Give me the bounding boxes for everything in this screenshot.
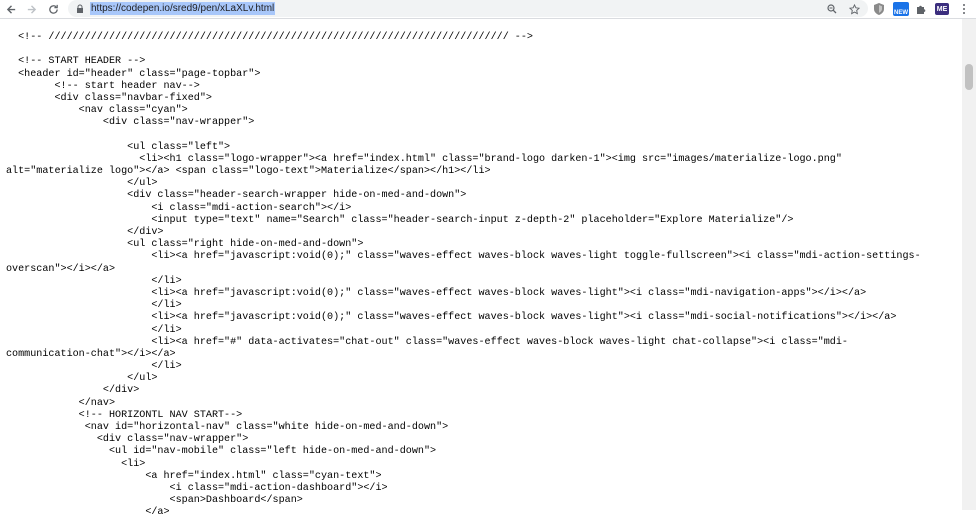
kebab-dot <box>963 12 965 14</box>
source-line: </li> <box>6 361 182 373</box>
source-line: </a> <box>6 507 170 519</box>
bookmark-star-button[interactable] <box>846 1 862 17</box>
source-line: <span>Dashboard</span> <box>6 495 303 507</box>
source-line: <!-- HORIZONTL NAV START--> <box>6 409 243 421</box>
source-line: </ul> <box>6 178 158 190</box>
source-line: <input type="text" name="Search" class="… <box>6 214 794 226</box>
source-line: <a href="index.html" class="cyan-text"> <box>6 470 382 482</box>
source-line: </nav> <box>6 397 116 409</box>
source-line: <div class="nav-wrapper"> <box>6 117 255 129</box>
browser-toolbar: https://codepen.io/sred9/pen/xLaXLv.html… <box>0 0 976 19</box>
lock-icon <box>77 4 83 13</box>
reload-icon <box>48 4 58 14</box>
source-line: </li> <box>6 300 182 312</box>
source-line <box>6 44 961 56</box>
browser-menu-button[interactable] <box>958 2 970 16</box>
source-line <box>6 130 961 142</box>
zoom-icon <box>827 4 837 14</box>
source-line: <ul id="nav-mobile" class="left hide-on-… <box>6 446 437 458</box>
source-line: <div class="nav-wrapper"> <box>6 434 249 446</box>
puzzle-icon <box>917 5 926 14</box>
extensions-button[interactable] <box>914 2 928 16</box>
kebab-menu-icon <box>963 4 965 6</box>
source-line: <li><a href="javascript:void(0);" class=… <box>6 251 921 263</box>
source-line: <!-- START HEADER --> <box>6 56 146 68</box>
source-line: <!-- start header nav--> <box>6 80 200 92</box>
source-line: communication-chat"></i></a> <box>6 348 176 360</box>
page-source-text: <!-- ///////////////////////////////////… <box>6 32 961 520</box>
source-line: </div> <box>6 227 164 238</box>
new-badge-text: NEW <box>894 10 908 16</box>
source-line: <div class="header-search-wrapper hide-o… <box>6 190 467 202</box>
back-button[interactable] <box>2 0 20 18</box>
source-line: </ul> <box>6 373 158 385</box>
source-line: <li><a href="#" data-activates="chat-out… <box>6 336 848 348</box>
profile-badge-text: ME <box>936 5 948 13</box>
new-extension-icon[interactable]: NEW <box>893 2 909 16</box>
vertical-scrollbar[interactable] <box>962 19 976 510</box>
forward-button[interactable] <box>22 0 40 18</box>
source-line: </div> <box>6 385 140 397</box>
profile-extension-icon[interactable]: ME <box>935 3 949 15</box>
arrow-left-icon <box>6 4 15 14</box>
source-line: <ul class="left"> <box>6 141 231 153</box>
source-line: overscan"></i></a> <box>6 263 116 275</box>
source-line: <nav class="cyan"> <box>6 105 188 117</box>
source-line: <li> <box>6 458 146 470</box>
zoom-button[interactable] <box>824 1 840 17</box>
source-line: </li> <box>6 275 182 287</box>
shield-extension-icon[interactable] <box>873 2 885 16</box>
kebab-dot <box>963 8 965 10</box>
source-line: <ul class="right hide-on-med-and-down"> <box>6 239 364 251</box>
source-line: <header id="header" class="page-topbar"> <box>6 68 261 80</box>
address-bar[interactable]: https://codepen.io/sred9/pen/xLaXLv.html <box>68 0 868 17</box>
source-line: <li><a href="javascript:void(0);" class=… <box>6 287 867 299</box>
star-icon <box>848 3 860 15</box>
reload-button[interactable] <box>44 0 62 18</box>
source-line: <i class="mdi-action-search"></i> <box>6 202 352 214</box>
source-line: <div class="navbar-fixed"> <box>6 92 212 104</box>
url-text[interactable]: https://codepen.io/sred9/pen/xLaXLv.html <box>90 2 276 15</box>
arrow-right-icon <box>27 4 36 14</box>
source-line: <nav id="horizontal-nav" class="white hi… <box>6 422 449 433</box>
source-line: </li> <box>6 324 182 336</box>
source-line: alt="materialize logo"></a> <span class=… <box>6 166 491 178</box>
scrollbar-thumb[interactable] <box>965 64 973 90</box>
source-line: <i class="mdi-action-dashboard"></i> <box>6 482 388 494</box>
source-line: <li><h1 class="logo-wrapper"><a href="in… <box>6 153 842 165</box>
source-line: <!-- ///////////////////////////////////… <box>6 32 533 43</box>
source-line: <li><a href="javascript:void(0);" class=… <box>6 312 897 324</box>
